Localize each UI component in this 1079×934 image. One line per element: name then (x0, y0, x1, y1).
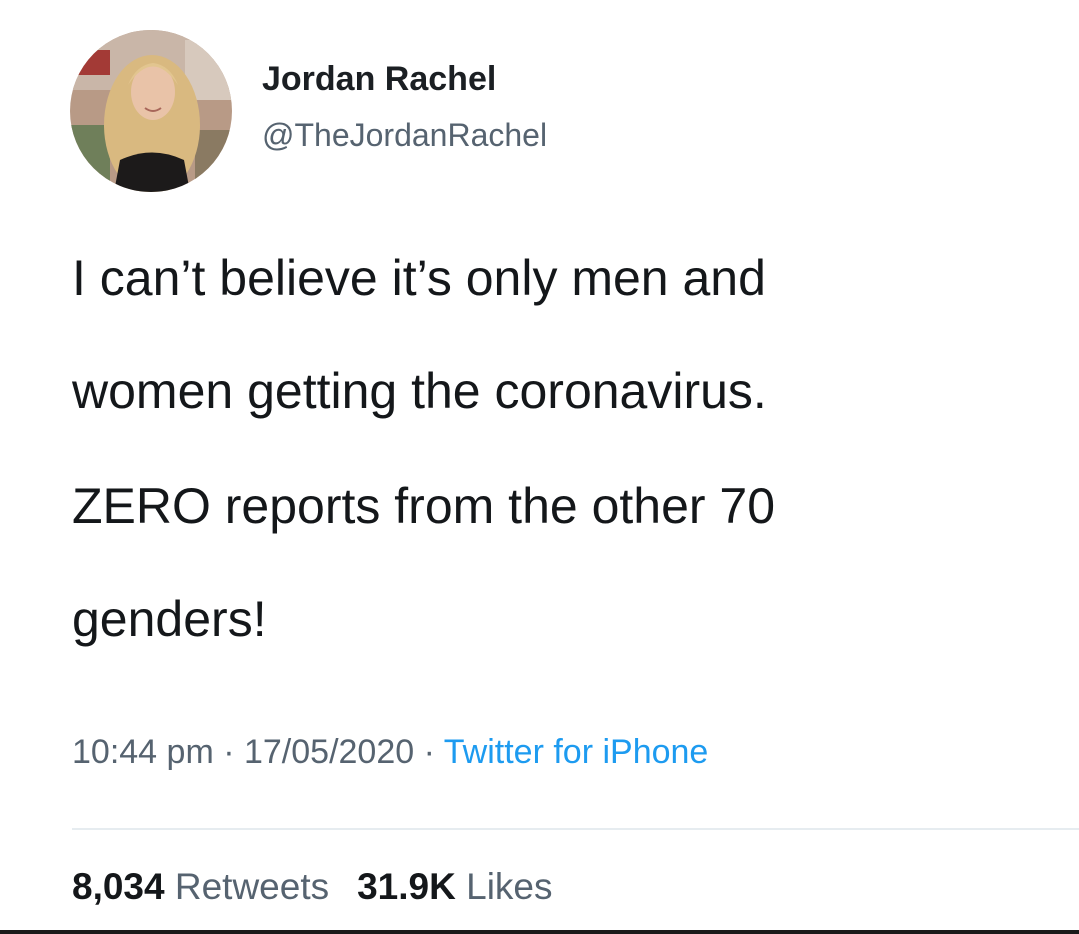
tweet-line: genders! (72, 591, 267, 647)
meta-separator: · (414, 733, 444, 771)
tweet-line: ZERO reports from the other 70 (72, 478, 776, 534)
tweet-stats: 8,034 Retweets 31.9K Likes (72, 866, 553, 908)
retweets-stat[interactable]: 8,034 Retweets (72, 866, 329, 907)
divider (72, 828, 1079, 830)
avatar[interactable] (70, 30, 232, 192)
tweet-meta: 10:44 pm · 17/05/2020 · Twitter for iPho… (72, 733, 708, 772)
tweet-line: I can’t believe it’s only men and (72, 250, 766, 306)
retweets-count: 8,034 (72, 866, 165, 907)
display-name[interactable]: Jordan Rachel (262, 60, 496, 99)
meta-separator: · (213, 733, 244, 771)
profile-photo-icon (70, 30, 232, 192)
likes-count: 31.9K (357, 866, 456, 907)
retweets-label: Retweets (174, 866, 330, 907)
tweet-time[interactable]: 10:44 pm (72, 733, 214, 771)
user-handle[interactable]: @TheJordanRachel (262, 117, 547, 154)
tweet-line: women getting the coronavirus. (72, 363, 767, 419)
tweet-source-link[interactable]: Twitter for iPhone (444, 733, 709, 771)
tweet-card: Jordan Rachel @TheJordanRachel I can’t b… (0, 0, 1079, 934)
tweet-text: I can’t believe it’s only men and women … (72, 248, 1052, 702)
bottom-border (0, 930, 1079, 934)
likes-stat[interactable]: 31.9K Likes (357, 866, 552, 907)
tweet-date[interactable]: 17/05/2020 (244, 733, 414, 771)
likes-label: Likes (466, 866, 553, 907)
